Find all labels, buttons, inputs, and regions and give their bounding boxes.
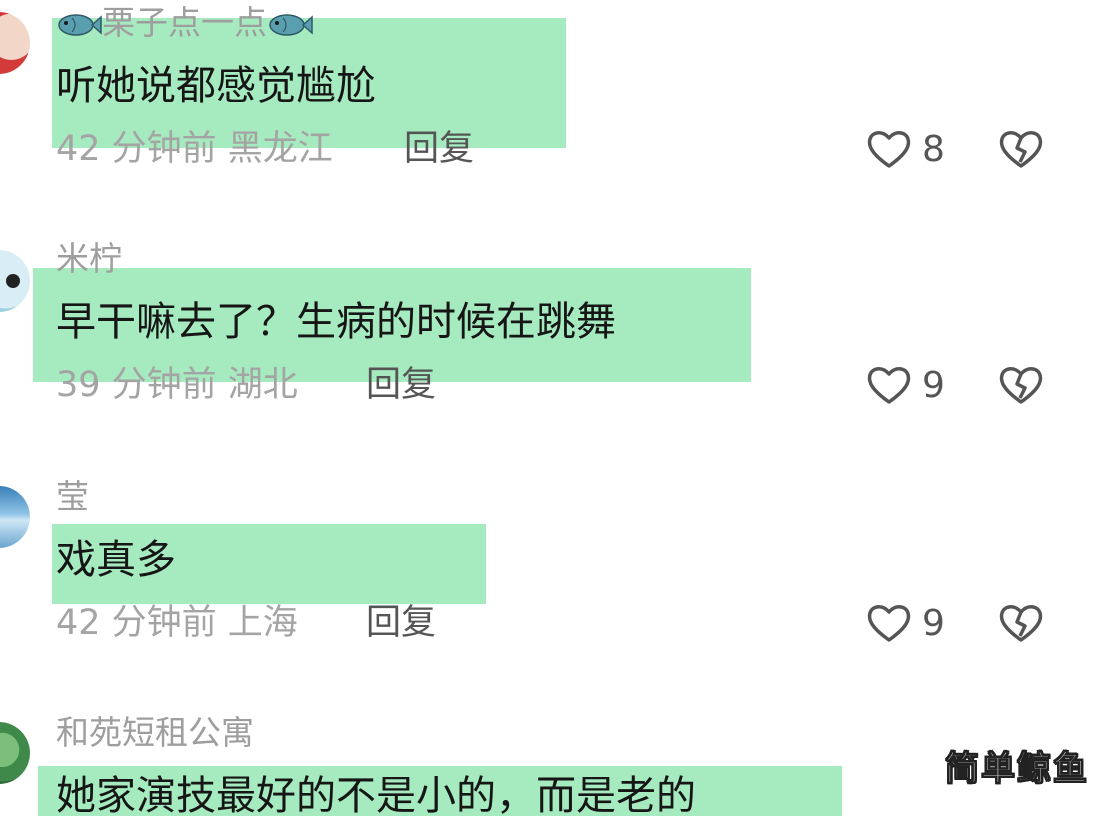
heart-icon[interactable] [866, 364, 912, 406]
avatar[interactable] [0, 722, 30, 784]
comment-username[interactable]: 米柠 [56, 242, 122, 275]
broken-heart-icon[interactable] [998, 364, 1044, 406]
avatar[interactable] [0, 12, 30, 74]
comment-text: 早干嘛去了？生病的时候在跳舞 [56, 299, 616, 345]
broken-heart-icon[interactable] [998, 602, 1044, 644]
reply-button[interactable]: 回复 [366, 368, 436, 403]
avatar[interactable] [0, 250, 30, 312]
comment-username[interactable]: 栗子点一点 [56, 6, 313, 39]
broken-heart-icon[interactable] [998, 128, 1044, 170]
comment-text: 她家演技最好的不是小的，而是老的 [56, 773, 696, 819]
fish-icon [58, 13, 102, 36]
fish-icon [269, 13, 313, 36]
like-count: 9 [922, 365, 945, 406]
watermark: 简单鲸鱼 [945, 749, 1089, 789]
comment-meta: 39 分钟前 湖北 [56, 365, 298, 405]
comment-meta: 42 分钟前 黑龙江 [56, 129, 333, 169]
like-count: 8 [922, 129, 945, 170]
comment-username[interactable]: 莹 [56, 480, 89, 513]
heart-icon[interactable] [866, 602, 912, 644]
comment-text: 听她说都感觉尴尬 [56, 63, 376, 109]
reply-button[interactable]: 回复 [404, 132, 474, 167]
avatar-eye [6, 274, 20, 288]
comment-text: 戏真多 [56, 537, 176, 583]
comment-username[interactable]: 和苑短租公寓 [56, 716, 254, 749]
username-text: 栗子点一点 [102, 3, 267, 42]
comment-meta: 42 分钟前 上海 [56, 603, 298, 643]
avatar[interactable] [0, 486, 30, 548]
reply-button[interactable]: 回复 [366, 606, 436, 641]
like-count: 9 [922, 603, 945, 644]
heart-icon[interactable] [866, 128, 912, 170]
